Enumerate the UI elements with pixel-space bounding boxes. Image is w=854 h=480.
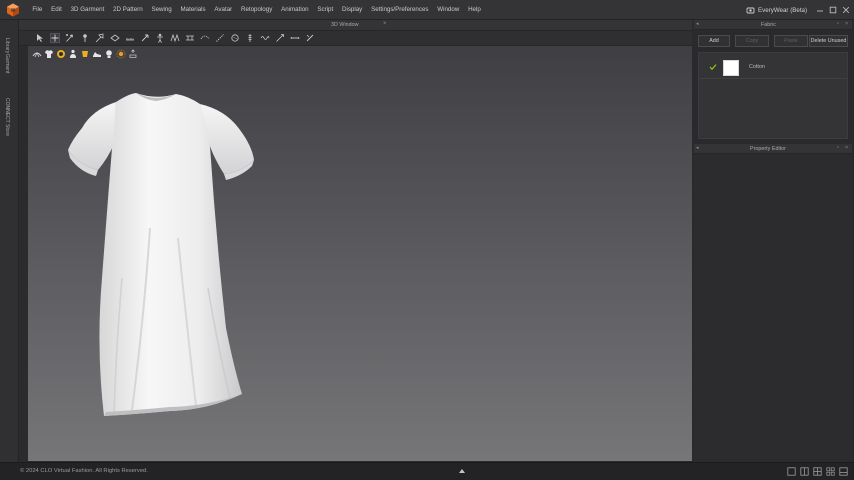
- 3d-toolbar: [19, 31, 692, 46]
- menu-help[interactable]: Help: [464, 0, 486, 20]
- menu-sewing[interactable]: Sewing: [147, 0, 176, 20]
- fabric-list-item[interactable]: Cotton: [699, 57, 847, 79]
- tab-connect-store[interactable]: CONNECT Store: [4, 98, 10, 136]
- fabric-panel-header: ◂ Fabric ▫ ×: [694, 20, 852, 30]
- close-panel-icon[interactable]: ×: [845, 145, 848, 151]
- copyright-text: © 2024 CLO Virtual Fashion. All Rights R…: [20, 468, 148, 474]
- garment-display-icon[interactable]: [44, 49, 54, 59]
- collapse-caret-icon[interactable]: ◂: [696, 145, 699, 151]
- measure-icon[interactable]: [125, 33, 135, 43]
- tab-library[interactable]: Library: [4, 38, 10, 53]
- fabric-swatch: [723, 60, 739, 76]
- texture-display-icon[interactable]: [56, 49, 66, 59]
- status-bar: © 2024 CLO Virtual Fashion. All Rights R…: [0, 462, 854, 480]
- everywear-user[interactable]: EveryWear (Beta): [746, 0, 807, 20]
- menu-items: File Edit 3D Garment 2D Pattern Sewing M…: [28, 0, 485, 20]
- menu-display[interactable]: Display: [338, 0, 367, 20]
- delete-unused-button[interactable]: Delete Unused: [809, 35, 848, 47]
- sun-lighting-icon[interactable]: [116, 49, 126, 59]
- float-panel-icon[interactable]: ▫: [837, 21, 839, 27]
- edit-avatar-icon[interactable]: [170, 33, 180, 43]
- everywear-icon: [746, 7, 755, 13]
- simulation-icon[interactable]: [32, 49, 42, 59]
- property-editor-header: ◂ Property Editor ▫ ×: [694, 144, 852, 154]
- puckering-icon[interactable]: [260, 33, 270, 43]
- 3d-window-title: 3D Window: [331, 22, 359, 28]
- fabric-name: Cotton: [749, 64, 765, 70]
- fold-icon[interactable]: [110, 33, 120, 43]
- maximize-icon[interactable]: [829, 6, 837, 14]
- select-mesh-icon[interactable]: [65, 33, 75, 43]
- menu-animation[interactable]: Animation: [277, 0, 313, 20]
- menu-materials[interactable]: Materials: [176, 0, 210, 20]
- sewing-3d-icon[interactable]: [185, 33, 195, 43]
- zipper-icon[interactable]: [245, 33, 255, 43]
- 3d-window-close-button[interactable]: ×: [383, 21, 387, 27]
- seam-line-icon[interactable]: [200, 33, 210, 43]
- paste-fabric-button[interactable]: Paste: [774, 35, 808, 47]
- menu-3d-garment[interactable]: 3D Garment: [66, 0, 108, 20]
- button-tool-icon[interactable]: [230, 33, 240, 43]
- everywear-label: EveryWear (Beta): [758, 6, 808, 14]
- close-panel-icon[interactable]: ×: [845, 21, 848, 27]
- float-panel-icon[interactable]: ▫: [837, 145, 839, 151]
- tack-icon[interactable]: [95, 33, 105, 43]
- layout-split-icon[interactable]: [800, 467, 809, 476]
- checkmark-icon: [709, 64, 717, 71]
- menu-script[interactable]: Script: [313, 0, 338, 20]
- select-move-icon[interactable]: [35, 33, 45, 43]
- menu-retopology[interactable]: Retopology: [237, 0, 277, 20]
- elastic-icon[interactable]: [275, 33, 285, 43]
- avatar-bust-icon[interactable]: [104, 49, 114, 59]
- menu-settings-preferences[interactable]: Settings/Preferences: [367, 0, 433, 20]
- menu-avatar[interactable]: Avatar: [210, 0, 237, 20]
- menu-edit[interactable]: Edit: [47, 0, 66, 20]
- minimize-icon[interactable]: [816, 6, 824, 14]
- fabric-list: Cotton: [698, 52, 848, 139]
- camera-view-icon[interactable]: [128, 49, 138, 59]
- layout-quad-icon[interactable]: [813, 467, 822, 476]
- collapse-caret-icon[interactable]: ◂: [696, 21, 699, 27]
- menu-bar: File Edit 3D Garment 2D Pattern Sewing M…: [0, 0, 854, 20]
- close-window-icon[interactable]: [842, 6, 850, 14]
- menu-2d-pattern[interactable]: 2D Pattern: [109, 0, 147, 20]
- internal-line-icon[interactable]: [305, 33, 315, 43]
- avatar-pose-icon[interactable]: [155, 33, 165, 43]
- arrow-icon[interactable]: [140, 33, 150, 43]
- left-tab-strip: Library Garment CONNECT Store: [0, 20, 19, 462]
- copy-fabric-button[interactable]: Copy: [735, 35, 769, 47]
- 3d-window-header: 3D Window ×: [19, 20, 692, 31]
- avatar-display-icon[interactable]: [68, 49, 78, 59]
- menu-file[interactable]: File: [28, 0, 47, 20]
- property-editor-body: [694, 155, 852, 461]
- line-segment-icon[interactable]: [290, 33, 300, 43]
- shoe-display-icon[interactable]: [92, 49, 102, 59]
- skin-display-icon[interactable]: [80, 49, 90, 59]
- add-fabric-button[interactable]: Add: [698, 35, 730, 47]
- topstitch-icon[interactable]: [215, 33, 225, 43]
- property-editor-title: Property Editor: [750, 146, 786, 152]
- layout-custom-icon[interactable]: [839, 467, 848, 476]
- right-panel-column: ◂ Fabric ▫ × Add Copy Paste Delete Unuse…: [692, 20, 854, 462]
- menu-window[interactable]: Window: [433, 0, 464, 20]
- transform-icon[interactable]: [50, 33, 60, 43]
- layout-grid-icon[interactable]: [826, 467, 835, 476]
- tab-garment[interactable]: Garment: [4, 54, 10, 73]
- fabric-panel-title: Fabric: [761, 22, 776, 28]
- layout-single-icon[interactable]: [787, 467, 796, 476]
- dress-garment-3d[interactable]: [58, 88, 264, 421]
- clo-logo-icon[interactable]: [6, 3, 20, 17]
- pin-icon[interactable]: [80, 33, 90, 43]
- chevron-up-icon[interactable]: [458, 467, 466, 475]
